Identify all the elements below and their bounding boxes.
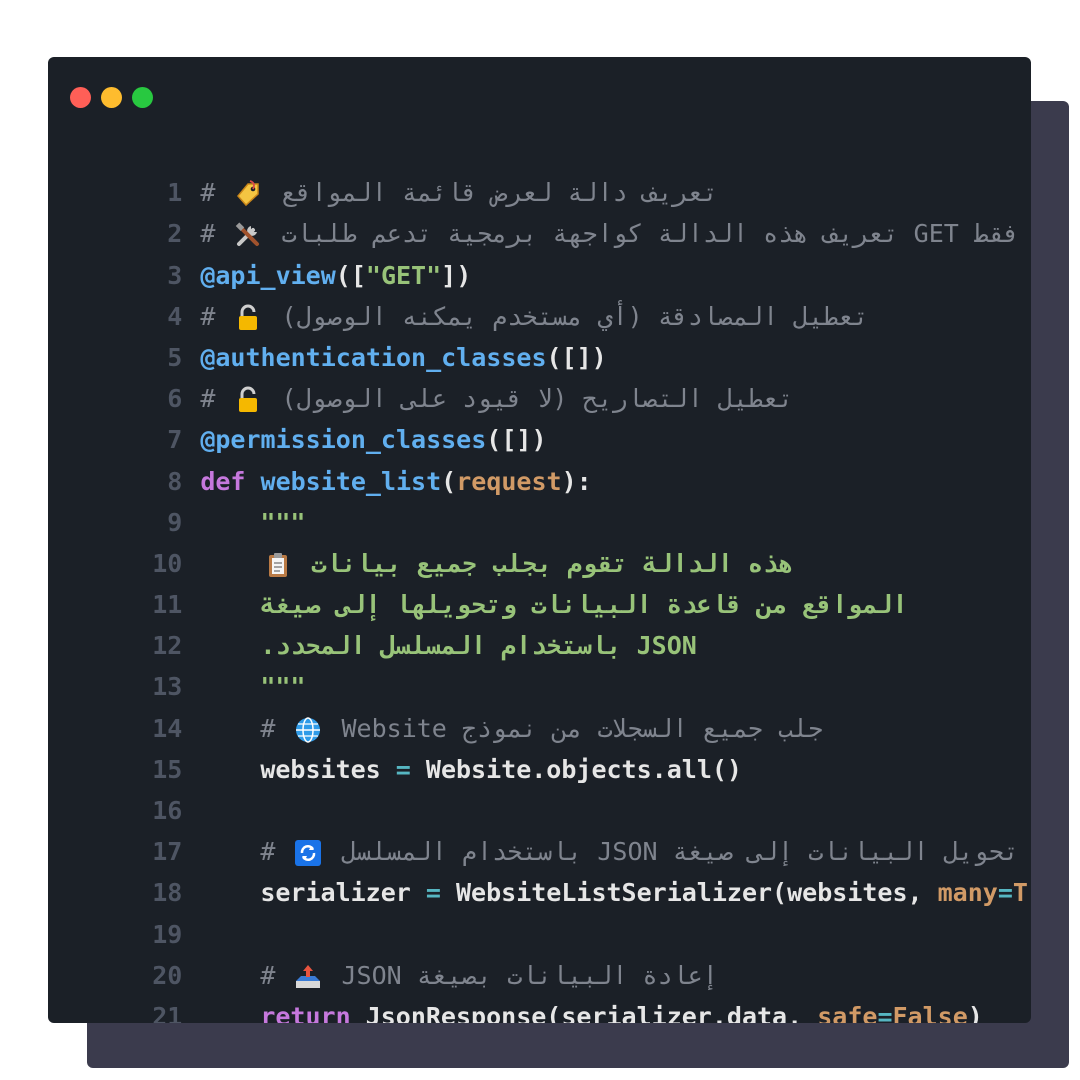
code-line: 1 # تعريف دالة لعرض قائمة المواقع xyxy=(48,131,1031,207)
kwarg-value: False xyxy=(892,1001,968,1023)
code-line: 5 @authentication_classes([]) xyxy=(48,296,1031,372)
kwarg-name: safe xyxy=(817,1001,878,1023)
window-controls xyxy=(70,87,153,108)
code-line: 9 """ xyxy=(48,461,1031,537)
close-dot[interactable] xyxy=(70,87,91,108)
code-line: 21 return JsonResponse(serializer.data, s… xyxy=(48,955,1031,1023)
code-line: 7 @permission_classes([]) xyxy=(48,378,1031,454)
code-line: 13 """ xyxy=(48,625,1031,701)
code-line: 17 # تحويل البيانات إلى صيغة JSON باستخدا… xyxy=(48,790,1031,867)
operator: = xyxy=(877,1001,893,1023)
code-line: 8 def website_list(request): xyxy=(48,419,1031,496)
code-line: 4 # تعطيل المصادقة (أي مستخدم يمكنه الوصو… xyxy=(48,255,1031,331)
line-number: 21 xyxy=(152,1001,183,1023)
code-line: 11 المواقع من قاعدة البيانات وتحويلها إلى… xyxy=(48,543,1031,619)
code-window: 1 # تعريف دالة لعرض قائمة المواقع 2 # فقط … xyxy=(48,57,1031,1023)
function-call: JsonResponse(serializer.data, xyxy=(350,1001,818,1023)
maximize-dot[interactable] xyxy=(132,87,153,108)
code-line: 20 # إعادة البيانات بصيغة JSON xyxy=(48,914,1031,990)
code-line: 15 websites = Website.objects.all() xyxy=(48,708,1031,784)
code-line: 3 @api_view(["GET"]) xyxy=(48,213,1031,290)
code-line: 12 JSON باستخدام المسلسل المحدد. xyxy=(48,584,1031,660)
code-line: 6 # تعطيل التصاريح (لا قيود على الوصول) xyxy=(48,337,1031,413)
code-line: 16 xyxy=(48,749,1031,825)
code-line: 14 # جلب جميع السجلات من نموذج Website xyxy=(48,666,1031,743)
code-line: 19 xyxy=(48,872,1031,949)
code-line: 10 هذه الدالة تقوم بجلب جميع بيانات xyxy=(48,502,1031,578)
code-line: 2 # فقط GET تعريف هذه الدالة كواجهة برمجي… xyxy=(48,172,1031,248)
minimize-dot[interactable] xyxy=(101,87,122,108)
code-line: 18 serializer = WebsiteListSerializer(web… xyxy=(48,831,1031,907)
code-block: 1 # تعريف دالة لعرض قائمة المواقع 2 # فقط … xyxy=(48,131,1031,1023)
keyword-return: return xyxy=(260,1001,351,1023)
paren: ) xyxy=(967,1001,983,1023)
